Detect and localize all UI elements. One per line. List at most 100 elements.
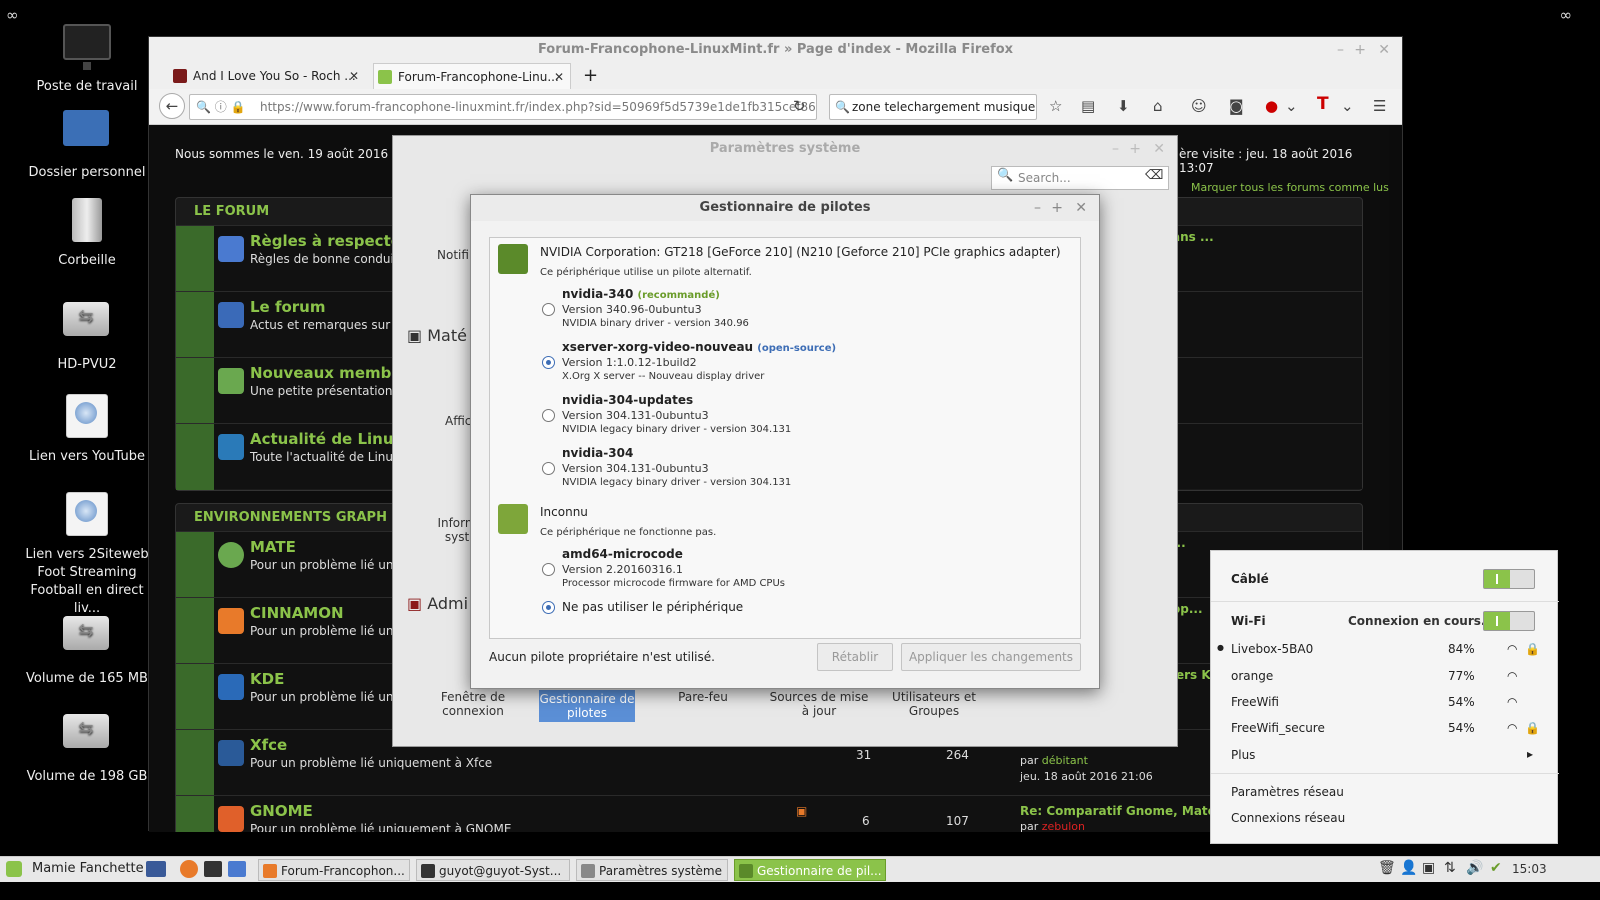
close-icon[interactable]: ✕ [1378, 37, 1390, 63]
download-icon[interactable]: ⬇ [1117, 97, 1130, 115]
close-icon[interactable]: ✕ [1153, 136, 1165, 162]
wifi-network-ssid[interactable]: orange [1231, 669, 1273, 683]
desktop-icon-home[interactable]: Dossier personnel [17, 104, 157, 182]
taskbar-item-settings[interactable]: Paramètres système [576, 859, 728, 881]
forum-row[interactable]: GNOME Pour un problème lié uniquement à … [176, 795, 1362, 832]
driver-radio[interactable] [542, 409, 555, 422]
maximize-icon[interactable]: + [1129, 136, 1141, 162]
no-device-radio[interactable] [542, 601, 555, 614]
trash-tray-icon[interactable]: 🗑 [1378, 860, 1396, 876]
driver-option[interactable]: nvidia-304 Version 304.131-0ubuntu3 NVID… [562, 446, 791, 488]
menu-button[interactable]: Mamie Fanchette [32, 861, 144, 876]
menu-icon[interactable]: ☰ [1373, 97, 1386, 115]
revert-button[interactable]: Rétablir [817, 643, 893, 671]
minimize-icon[interactable]: – [1112, 136, 1119, 162]
chat-icon[interactable]: ☺ [1191, 97, 1207, 115]
site-info-icon[interactable]: 🔍 ⓘ 🔒 [196, 95, 246, 119]
minimize-icon[interactable]: – [1337, 37, 1344, 63]
driver-option[interactable]: xserver-xorg-video-nouveau (open-source)… [562, 340, 836, 382]
clock[interactable]: 15:03 [1512, 862, 1547, 876]
desktop-icon-streaming-link[interactable]: Lien vers 2Siteweb Foot Streaming Footba… [17, 492, 157, 618]
desktop-icon-trash[interactable]: Corbeille [17, 198, 157, 270]
new-tab-button[interactable]: + [577, 63, 598, 89]
wifi-toggle[interactable] [1483, 611, 1535, 631]
volume-tray-icon[interactable]: 🔊 [1466, 860, 1483, 876]
settings-search-input[interactable]: Search... [991, 166, 1169, 190]
taskbar-item-driver-manager[interactable]: Gestionnaire de pil... [734, 859, 886, 881]
network-connections-link[interactable]: Connexions réseau [1231, 811, 1345, 825]
post-author[interactable]: débitant [1042, 754, 1088, 767]
forum-title[interactable]: Règles à respecter [250, 232, 408, 250]
taskbar-item-terminal[interactable]: guyot@guyot-Syst... [416, 859, 570, 881]
apply-changes-button[interactable]: Appliquer les changements [901, 643, 1081, 671]
network-tray-icon[interactable]: ⇅ [1444, 860, 1456, 876]
driver-manager-window[interactable]: Gestionnaire de pilotes – + ✕ NVIDIA Cor… [470, 194, 1100, 689]
tab-song[interactable]: And I Love You So - Roch ... ✕ [169, 63, 365, 89]
wifi-network-ssid[interactable]: FreeWifi [1231, 695, 1279, 709]
rss-icon[interactable]: ▣ [796, 804, 807, 818]
network-settings-link[interactable]: Paramètres réseau [1231, 785, 1344, 799]
desktop-icon-volume-165[interactable]: ⇆ Volume de 165 MB [17, 608, 157, 688]
clipboard-tray-icon[interactable]: ▣ [1422, 860, 1435, 876]
pocket-icon[interactable]: ◙ [1229, 97, 1244, 115]
forum-title[interactable]: Le forum [250, 298, 326, 316]
forum-title[interactable]: Xfce [250, 736, 287, 754]
settings-item-users-groups[interactable]: Utilisateurs et Groupes [889, 690, 979, 718]
desktop-icon-drive[interactable]: ⇆ HD-PVU2 [17, 294, 157, 374]
reload-icon[interactable]: ↻ [793, 97, 806, 115]
minimize-icon[interactable]: – [1034, 195, 1041, 221]
desktop-icon-volume-198[interactable]: ⇆ Volume de 198 GB [17, 706, 157, 786]
more-networks[interactable]: Plus [1231, 748, 1255, 762]
user-tray-icon[interactable]: 👤 [1400, 860, 1417, 876]
settings-item-display[interactable]: Affic [445, 414, 471, 428]
wifi-network-ssid[interactable]: Livebox-5BA0 [1231, 642, 1313, 656]
update-shield-icon[interactable]: ✔ [1490, 860, 1502, 876]
driver-radio[interactable] [542, 563, 555, 576]
forum-title[interactable]: KDE [250, 670, 284, 688]
adblock-icon[interactable]: ● [1265, 97, 1278, 115]
close-icon[interactable]: ✕ [1075, 195, 1087, 221]
last-post-snippet[interactable]: ans ... [1172, 230, 1214, 244]
post-author[interactable]: zebulon [1042, 820, 1085, 832]
forum-title[interactable]: CINNAMON [250, 604, 344, 622]
wired-toggle[interactable] [1483, 569, 1535, 589]
tab-forum[interactable]: Forum-Francophone-Linu... ✕ [373, 63, 571, 89]
search-bar[interactable]: 🔍 zone telechargement musique [829, 94, 1037, 120]
driver-option[interactable]: nvidia-340 (recommandé) Version 340.96-0… [562, 287, 749, 329]
driver-radio[interactable] [542, 462, 555, 475]
settings-item-update-sources[interactable]: Sources de mise à jour [769, 690, 869, 718]
translate-icon[interactable]: T [1317, 94, 1329, 114]
chevron-down-icon[interactable]: ⌄ [1285, 97, 1298, 115]
mark-forums-read-link[interactable]: Marquer tous les forums comme lus [1191, 181, 1389, 194]
no-device-label[interactable]: Ne pas utiliser le périphérique [562, 600, 743, 614]
settings-item-notifications[interactable]: Notifi [437, 248, 469, 262]
maximize-icon[interactable]: + [1051, 195, 1063, 221]
desktop-icon-computer[interactable]: Poste de travail [17, 24, 157, 96]
settings-item-driver-manager[interactable]: Gestionnaire de pilotes [539, 690, 635, 722]
wifi-network-ssid[interactable]: FreeWifi_secure [1231, 721, 1325, 735]
driver-option[interactable]: amd64-microcode Version 2.20160316.1 Pro… [562, 547, 785, 589]
driver-radio[interactable] [542, 303, 555, 316]
back-arrow-icon[interactable]: ← [159, 93, 185, 119]
driver-option[interactable]: nvidia-304-updates Version 304.131-0ubun… [562, 393, 791, 435]
firefox-launcher-icon[interactable] [180, 860, 198, 878]
terminal-launcher-icon[interactable] [204, 861, 222, 877]
mint-menu-icon[interactable] [6, 861, 22, 877]
home-icon[interactable]: ⌂ [1153, 97, 1163, 115]
bookmark-star-icon[interactable]: ☆ [1049, 97, 1062, 115]
close-tab-icon[interactable]: ✕ [349, 63, 359, 89]
chevron-down-icon[interactable]: ⌄ [1341, 97, 1354, 115]
forum-title[interactable]: MATE [250, 538, 296, 556]
clear-icon[interactable]: ⌫ [1145, 168, 1163, 183]
settings-item-login-window[interactable]: Fenêtre de connexion [433, 690, 513, 718]
forum-title[interactable]: GNOME [250, 802, 313, 820]
close-tab-icon[interactable]: ✕ [554, 64, 564, 90]
show-desktop-icon[interactable] [146, 861, 166, 877]
maximize-icon[interactable]: + [1354, 37, 1366, 63]
driver-radio-selected[interactable] [542, 356, 555, 369]
url-bar[interactable]: 🔍 ⓘ 🔒 https://www.forum-francophone-linu… [189, 94, 817, 120]
settings-item-firewall[interactable]: Pare-feu [663, 690, 743, 704]
desktop-icon-youtube-link[interactable]: Lien vers YouTube [17, 394, 157, 466]
files-launcher-icon[interactable] [228, 861, 246, 877]
taskbar-item-firefox[interactable]: Forum-Francophon... [258, 859, 410, 881]
